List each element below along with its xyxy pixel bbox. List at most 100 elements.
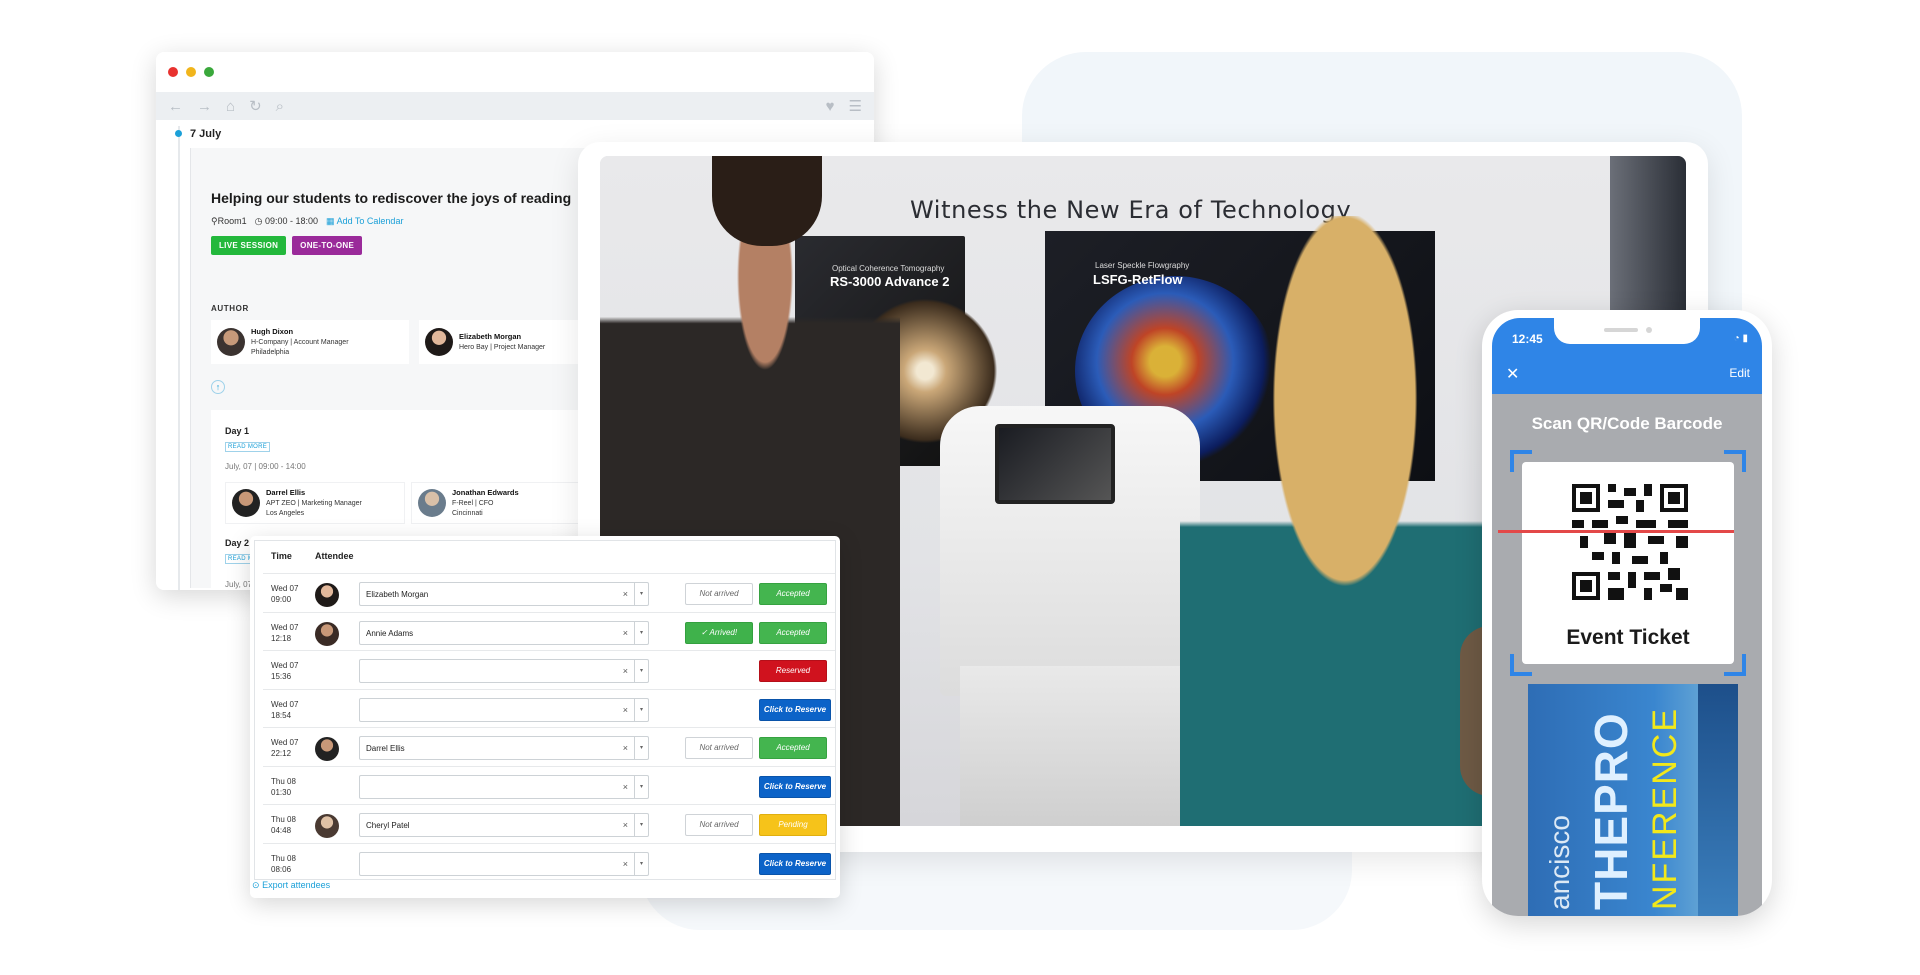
attendee-select[interactable]: Elizabeth Morgan × ▾	[359, 582, 649, 606]
search-icon[interactable]: ⌕	[276, 98, 284, 115]
conference-banner: ancisco THEPRO NFERENCE	[1528, 684, 1738, 916]
slot-day: Thu 08	[271, 815, 296, 824]
forward-arrow-icon[interactable]: →	[197, 98, 212, 115]
arrival-button[interactable]: Not arrived	[685, 814, 753, 836]
chevron-down-icon[interactable]: ▾	[634, 660, 648, 682]
session-title[interactable]: Helping our students to rediscover the j…	[211, 190, 571, 206]
refresh-icon[interactable]: ↻	[249, 97, 262, 115]
chevron-down-icon[interactable]: ▾	[634, 737, 648, 759]
back-arrow-icon[interactable]: ←	[168, 98, 183, 115]
close-window-dot[interactable]	[168, 67, 178, 77]
chevron-down-icon[interactable]: ▾	[634, 852, 648, 875]
heart-icon[interactable]: ♥	[826, 98, 835, 115]
attendee-select[interactable]: Annie Adams × ▾	[359, 620, 649, 645]
arrival-button[interactable]: Not arrived	[685, 583, 753, 605]
status-button[interactable]: Accepted	[759, 621, 827, 644]
status-button[interactable]: Accepted	[759, 737, 827, 759]
avatar	[315, 621, 339, 646]
chevron-down-icon[interactable]: ▾	[634, 775, 648, 798]
attendee-select[interactable]: × ▾	[359, 659, 649, 683]
speaker-info: Jonathan Edwards F-Reel | CFO Cincinnati	[452, 488, 519, 519]
chevron-down-icon[interactable]: ▾	[634, 814, 648, 836]
avatar	[315, 814, 339, 838]
scanner-title: Scan QR/Code Barcode	[1531, 414, 1723, 433]
export-attendees-link[interactable]: ⊙ Export attendees	[252, 880, 330, 891]
clear-icon[interactable]: ×	[623, 743, 628, 753]
clear-icon[interactable]: ×	[623, 666, 628, 676]
status-button[interactable]: Click to Reserve	[759, 698, 831, 721]
clear-icon[interactable]: ×	[623, 820, 628, 830]
scroll-up-icon[interactable]: ↑	[211, 380, 225, 394]
scanner-nav-bar: ✕ Edit	[1492, 354, 1762, 394]
attendee-select[interactable]: Darrel Ellis × ▾	[359, 736, 649, 760]
product-title: LSFG-RetFlow	[1093, 272, 1183, 287]
arrival-button[interactable]: Not arrived	[685, 737, 753, 759]
wifi-battery-icon: ◔ ▮	[1733, 333, 1748, 344]
status-button[interactable]: Click to Reserve	[759, 775, 831, 798]
session-meta: ⚲Room1 ◷ 09:00 - 18:00 ▦ Add To Calendar	[211, 216, 403, 227]
status-button[interactable]: Reserved	[759, 660, 827, 682]
stage: ← → ⌂ ↻ ⌕ ♥ ☰ 7 July Helping our student…	[0, 0, 1920, 975]
clear-icon[interactable]: ×	[623, 628, 628, 638]
slot-day: Thu 08	[271, 853, 296, 863]
slot-time: Wed 07 15:36	[271, 660, 298, 682]
clear-icon[interactable]: ×	[623, 705, 628, 715]
status-button[interactable]: Click to Reserve	[759, 852, 831, 875]
attendee-select[interactable]: × ▾	[359, 774, 649, 799]
slot-time: Wed 07 09:00	[271, 583, 298, 605]
table-row: Thu 08 01:30 × ▾ Click to Reserve	[263, 765, 835, 805]
avatar	[217, 328, 245, 356]
table-row: Wed 07 15:36 × ▾ Reserved	[263, 650, 835, 689]
address-bar: ← → ⌂ ↻ ⌕ ♥ ☰	[156, 92, 874, 120]
table-row: Wed 07 09:00 Elizabeth Morgan × ▾ Not arrived…	[263, 573, 835, 612]
scan-line	[1498, 530, 1734, 533]
menu-icon[interactable]: ☰	[849, 97, 862, 115]
slot-hour: 04:48	[271, 826, 292, 835]
attendee-select[interactable]: × ▾	[359, 851, 649, 876]
man-hair	[712, 156, 822, 246]
slot-time: Wed 07 18:54	[271, 699, 298, 721]
attendee-select[interactable]: × ▾	[359, 697, 649, 722]
clear-icon[interactable]: ×	[623, 782, 628, 792]
close-icon[interactable]: ✕	[1506, 364, 1519, 384]
author-name: Elizabeth Morgan	[459, 331, 522, 341]
slot-time: Wed 07 22:12	[271, 737, 298, 759]
clear-icon[interactable]: ×	[623, 589, 628, 599]
arrival-button[interactable]: ✓ Arrived!	[685, 621, 753, 644]
live-session-tag[interactable]: LIVE SESSION	[211, 236, 287, 255]
chevron-down-icon[interactable]: ▾	[634, 698, 648, 721]
attendee-select[interactable]: Cheryl Patel × ▾	[359, 813, 649, 837]
speaker-city: Cincinnati	[452, 509, 483, 517]
session-tags: LIVE SESSION ONE-TO-ONE	[211, 236, 363, 255]
slot-hour: 18:54	[271, 710, 292, 720]
event-ticket: Event Ticket	[1522, 462, 1734, 664]
one-to-one-tag[interactable]: ONE-TO-ONE	[292, 236, 363, 255]
status-button[interactable]: Pending	[759, 814, 827, 836]
author-card[interactable]: Hugh Dixon H-Company | Account Manager P…	[211, 320, 409, 364]
slot-hour: 09:00	[271, 595, 292, 604]
timeline-dot	[175, 130, 182, 137]
status-button[interactable]: Accepted	[759, 583, 827, 605]
clear-icon[interactable]: ×	[623, 859, 628, 869]
day-time: July, 07	[225, 580, 252, 589]
author-name: Hugh Dixon	[251, 326, 294, 336]
speaker-card[interactable]: Jonathan Edwards F-Reel | CFO Cincinnati	[411, 482, 591, 524]
read-more-button[interactable]: READ MORE	[225, 442, 271, 452]
maximize-window-dot[interactable]	[204, 67, 214, 77]
home-icon[interactable]: ⌂	[226, 98, 235, 115]
chevron-down-icon[interactable]: ▾	[634, 583, 648, 605]
minimize-window-dot[interactable]	[186, 67, 196, 77]
timeline-line	[178, 126, 180, 590]
edit-button[interactable]: Edit	[1729, 366, 1750, 380]
speaker-card[interactable]: Darrel Ellis APT ZEO | Marketing Manager…	[225, 482, 405, 524]
attendee-name: Cheryl Patel	[366, 821, 410, 830]
banner-subtitle: NFERENCE	[1646, 706, 1684, 910]
slot-day: Wed 07	[271, 622, 299, 632]
scanner-view[interactable]: Scan QR/Code Barcode Event Ticket ancisc…	[1492, 394, 1762, 916]
slot-day: Wed 07	[271, 738, 299, 747]
time-label: 09:00 - 18:00	[264, 216, 319, 226]
attendee-name: Elizabeth Morgan	[366, 590, 429, 599]
frame-corner	[1510, 654, 1532, 676]
add-to-calendar-link[interactable]: ▦ Add To Calendar	[326, 216, 403, 227]
chevron-down-icon[interactable]: ▾	[634, 621, 648, 644]
